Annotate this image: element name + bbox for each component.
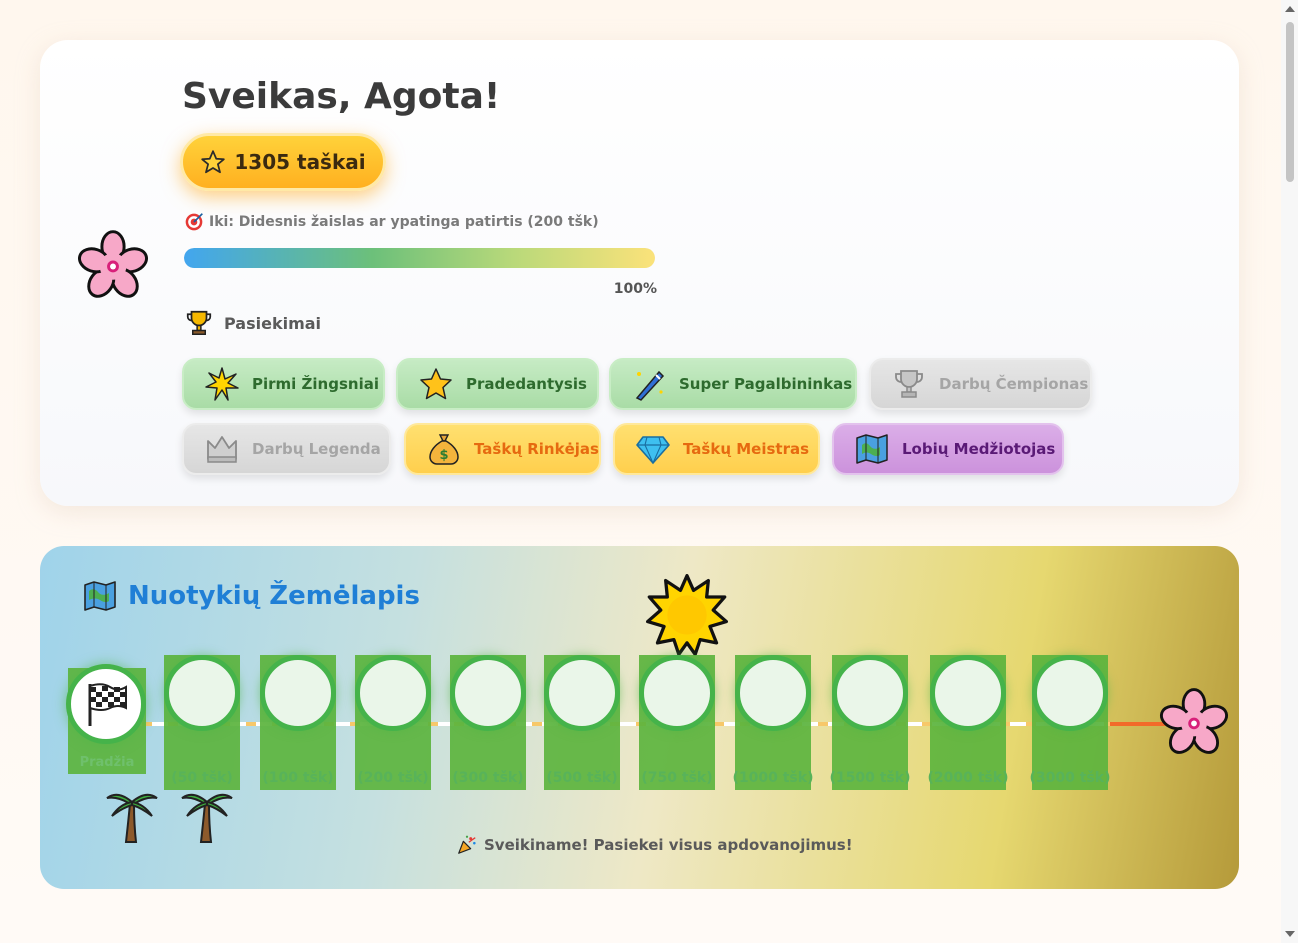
cherry-blossom-avatar-icon	[78, 230, 148, 298]
money-bag-icon: $	[429, 434, 459, 465]
milestone-label: (100 tšk)	[262, 770, 334, 786]
progress-percent: 100%	[613, 281, 657, 297]
achievement-badge-super-helper: Super Pagalbininkas	[609, 358, 857, 410]
map-node-milestone[interactable]: (750 tšk)	[639, 655, 715, 790]
map-node-milestone[interactable]: (100 tšk)	[260, 655, 336, 790]
start-label: Pradžia	[79, 755, 135, 770]
achievement-badge-points-collector: $ Taškų Rinkėjas	[404, 423, 601, 475]
scroll-thumb[interactable]	[1286, 22, 1294, 182]
map-node-milestone[interactable]: (300 tšk)	[450, 655, 526, 790]
progress-fill	[184, 248, 655, 268]
target-icon	[185, 213, 203, 231]
milestone-label: (1000 tšk)	[732, 770, 814, 786]
milestone-label: (2000 tšk)	[927, 770, 1009, 786]
svg-text:$: $	[439, 448, 448, 463]
milestone-circle	[735, 655, 811, 731]
palm-tree-icon	[181, 793, 233, 843]
map-title-text: Nuotykių Žemėlapis	[128, 581, 420, 611]
map-title: Nuotykių Žemėlapis	[82, 578, 420, 614]
party-popper-icon	[458, 835, 476, 854]
next-goal: Iki: Didesnis žaislas ar ypatinga patirt…	[184, 212, 599, 232]
achievement-badge-points-master: Taškų Meistras	[613, 423, 820, 475]
treasure-map-icon	[856, 434, 888, 464]
milestone-circle	[544, 655, 620, 731]
congrats-text: Sveikiname! Pasiekei visus apdovanojimus…	[484, 836, 853, 854]
world-map-icon	[84, 581, 116, 611]
milestone-label: (300 tšk)	[452, 770, 524, 786]
map-node-milestone[interactable]: (50 tšk)	[164, 655, 240, 790]
profile-card: Sveikas, Agota! 1305 taškai Iki: Didesni…	[40, 40, 1239, 506]
sun-icon	[646, 574, 728, 656]
milestone-circle	[260, 655, 336, 731]
map-node-milestone[interactable]: (500 tšk)	[544, 655, 620, 790]
scroll-down-arrow[interactable]	[1285, 931, 1295, 937]
crown-icon	[207, 436, 237, 463]
achievement-badge-first-steps: Pirmi Žingsniai	[182, 358, 385, 410]
palm-tree-icon	[106, 793, 158, 843]
page-scrollbar[interactable]	[1281, 0, 1298, 943]
milestone-circle	[1032, 655, 1108, 731]
milestone-label: (750 tšk)	[641, 770, 713, 786]
achievement-badge-chore-legend: Darbų Legenda	[182, 423, 391, 475]
checkered-flag-icon	[88, 683, 127, 726]
trophy-icon	[895, 370, 923, 398]
achievements-title: Pasiekimai	[224, 313, 322, 333]
start-circle	[66, 664, 146, 744]
achievement-badge-chore-champion: Darbų Čempionas	[869, 358, 1092, 410]
achievement-badge-beginner: Pradedantysis	[396, 358, 599, 410]
milestone-label: (500 tšk)	[546, 770, 618, 786]
milestone-circle	[930, 655, 1006, 731]
congrats-message: Sveikiname! Pasiekei visus apdovanojimus…	[456, 834, 853, 856]
achievement-badge-treasure-hunter: Lobių Medžiotojas	[832, 423, 1064, 475]
points-badge: 1305 taškai	[180, 133, 386, 191]
goal-progress-bar	[184, 248, 655, 268]
scroll-up-arrow[interactable]	[1285, 6, 1295, 12]
diamond-icon	[636, 436, 670, 465]
milestone-circle	[450, 655, 526, 731]
map-node-milestone[interactable]: (1000 tšk)	[733, 655, 813, 790]
map-node-milestone[interactable]: (3000 tšk)	[1030, 655, 1110, 790]
milestone-circle	[355, 655, 431, 731]
magic-wand-icon	[635, 370, 665, 401]
achievements-heading: Pasiekimai	[184, 308, 321, 338]
milestone-circle	[832, 655, 908, 731]
map-node-milestone[interactable]: (1500 tšk)	[830, 655, 910, 790]
cherry-blossom-goal-icon	[1159, 688, 1229, 754]
goal-text: Iki: Didesnis žaislas ar ypatinga patirt…	[209, 214, 599, 230]
map-node-milestone[interactable]: (200 tšk)	[355, 655, 431, 790]
points-label: 1305 taškai	[234, 150, 366, 174]
milestone-circle	[639, 655, 715, 731]
milestone-label: (200 tšk)	[357, 770, 429, 786]
greeting-title: Sveikas, Agota!	[182, 76, 501, 117]
trophy-icon	[186, 310, 212, 335]
star-icon	[201, 150, 226, 174]
milestone-circle	[164, 655, 240, 731]
sparkle-star-icon	[205, 367, 239, 401]
milestone-label: (3000 tšk)	[1029, 770, 1111, 786]
map-node-milestone[interactable]: (2000 tšk)	[928, 655, 1008, 790]
star-icon	[420, 368, 452, 400]
map-node-start[interactable]: Pradžia	[66, 664, 146, 774]
adventure-map: Nuotykių Žemėlapis Pradžia (50 tšk) (100…	[40, 546, 1239, 889]
milestone-label: (1500 tšk)	[829, 770, 911, 786]
